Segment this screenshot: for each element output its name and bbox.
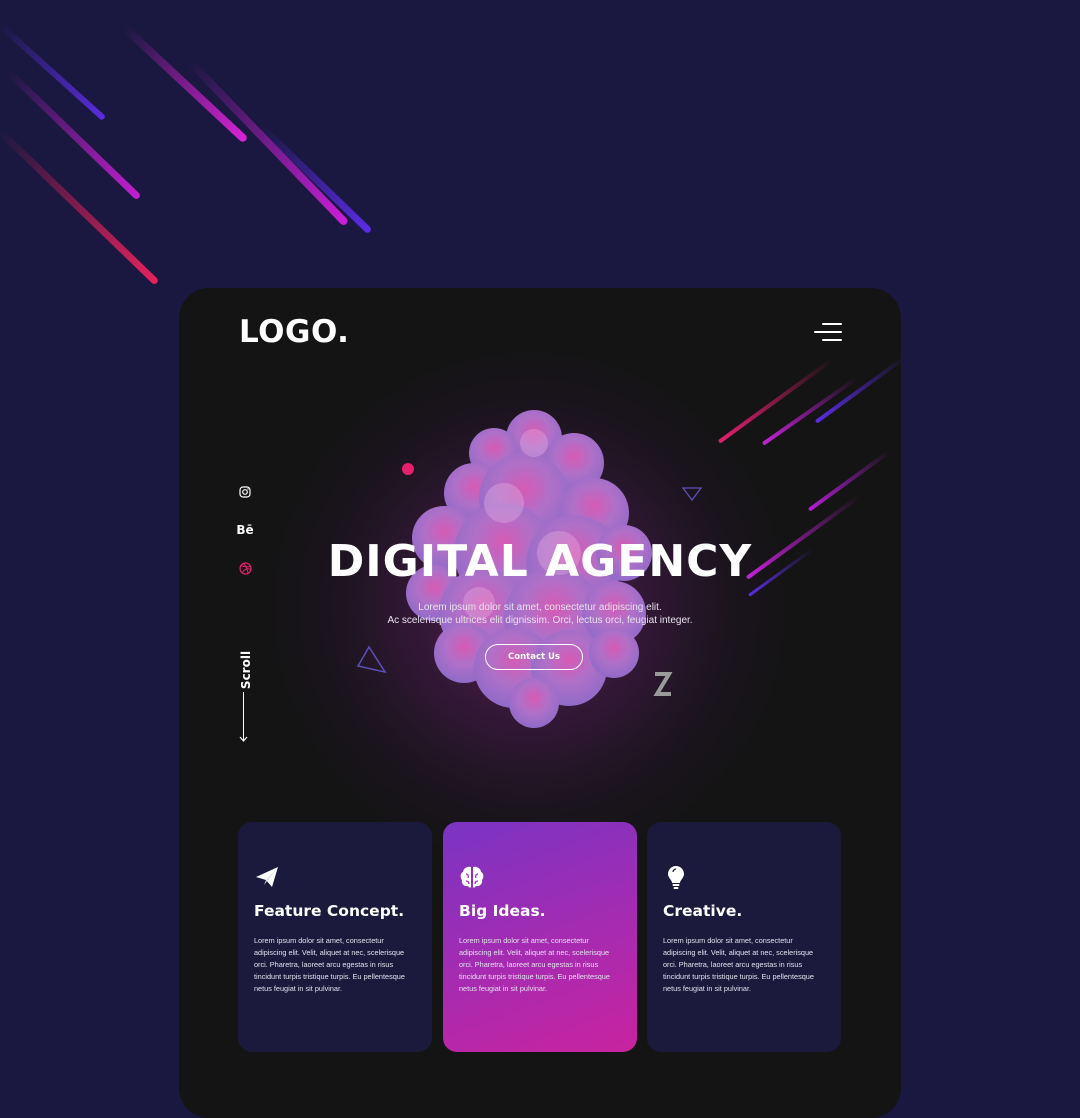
arrow-down-icon[interactable]	[239, 734, 248, 743]
scroll-line	[243, 692, 244, 740]
behance-label: Bē	[236, 523, 254, 537]
zigzag-decoration	[653, 672, 673, 696]
card-body: Lorem ipsum dolor sit amet, consectetur …	[254, 936, 405, 993]
triangle-outline-decoration	[356, 645, 387, 674]
streak-decoration	[259, 124, 373, 235]
feature-card-creative[interactable]: Creative. Lorem ipsum dolor sit amet, co…	[647, 822, 841, 1052]
hero-subtitle-line-1: Lorem ipsum dolor sit amet, consectetur …	[418, 602, 662, 613]
feature-card-big-ideas[interactable]: Big Ideas. Lorem ipsum dolor sit amet, c…	[443, 822, 637, 1052]
website-frame: LOGO. Bē Scroll DIGITAL AGENCY Lorem ips…	[179, 288, 901, 1118]
hero-subtitle-line-2: Ac scelerisque ultrices elit dignissim. …	[387, 615, 693, 626]
lightbulb-icon	[668, 866, 684, 889]
card-title: Creative.	[663, 902, 743, 920]
hero-title: DIGITAL AGENCY	[327, 536, 753, 587]
logo[interactable]: LOGO.	[239, 314, 349, 350]
streak-decoration	[0, 22, 107, 121]
card-body: Lorem ipsum dolor sit amet, consectetur …	[459, 936, 610, 993]
feature-card-feature-concept[interactable]: Feature Concept. Lorem ipsum dolor sit a…	[238, 822, 432, 1052]
hamburger-menu-icon[interactable]	[814, 321, 842, 343]
streak-decoration	[761, 376, 859, 446]
streak-decoration	[187, 59, 350, 227]
pink-dot-decoration	[402, 463, 414, 475]
card-body: Lorem ipsum dolor sit amet, consectetur …	[663, 936, 814, 993]
streak-decoration	[814, 355, 901, 424]
triangle-outline-decoration	[681, 487, 703, 502]
instagram-icon[interactable]	[237, 484, 253, 500]
card-title: Feature Concept.	[254, 902, 405, 920]
streak-decoration	[122, 25, 249, 144]
streak-decoration	[717, 358, 834, 444]
contact-us-button[interactable]: Contact Us	[485, 644, 583, 670]
scroll-label: Scroll	[239, 650, 253, 690]
brain-icon	[460, 866, 484, 888]
streak-decoration	[0, 128, 160, 286]
paper-plane-icon	[256, 867, 278, 887]
card-title: Big Ideas.	[459, 902, 546, 920]
